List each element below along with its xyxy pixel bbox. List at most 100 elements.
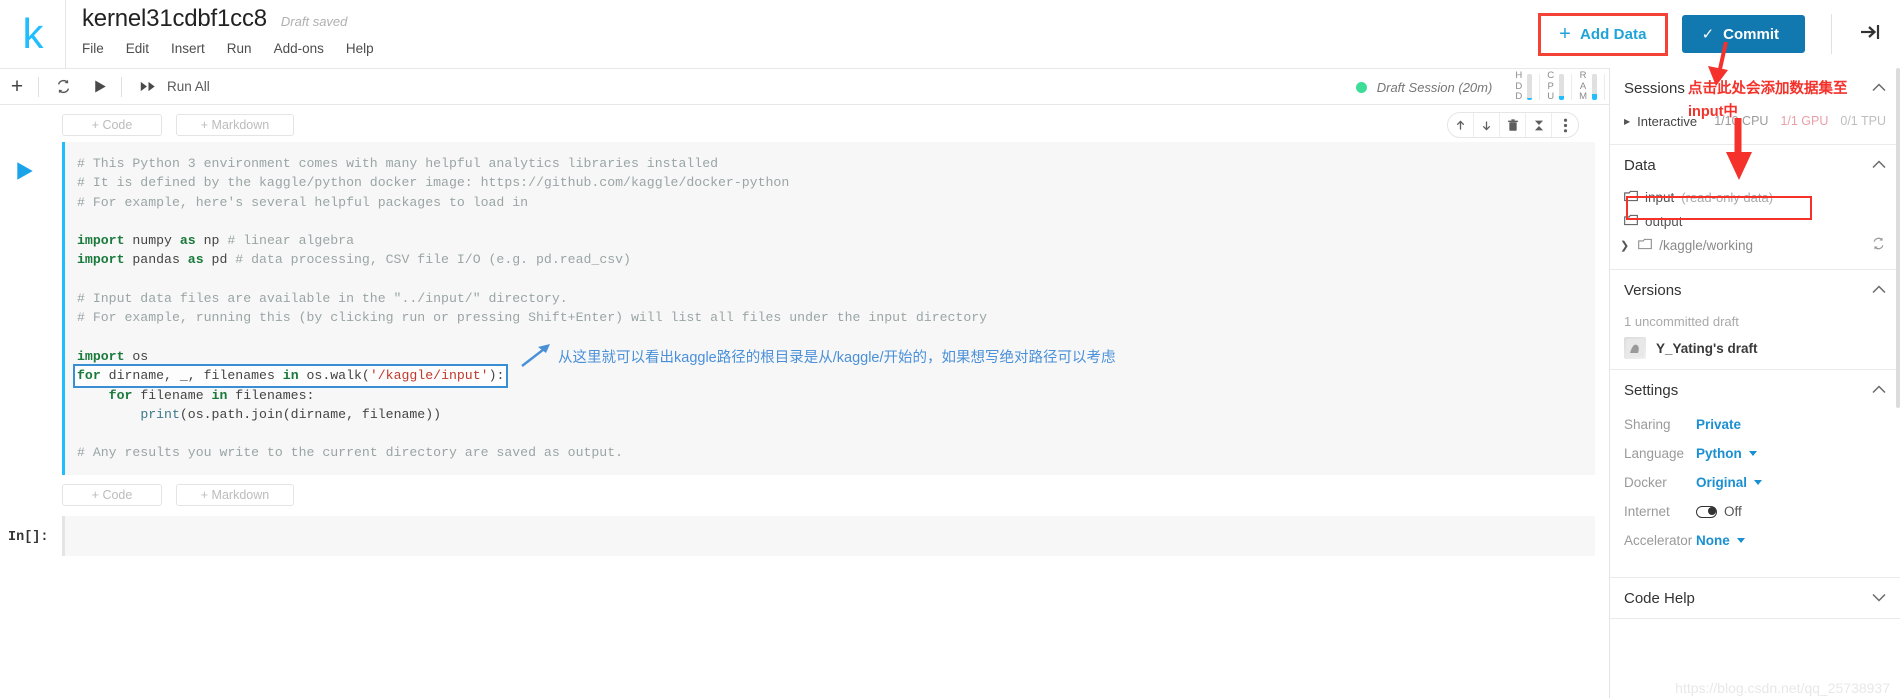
title-block: kernel31cdbf1cc8 Draft saved File Edit I… bbox=[66, 0, 374, 56]
chevron-down-icon bbox=[1748, 451, 1757, 456]
cpu-usage-label: 1/10 CPU bbox=[1714, 114, 1769, 128]
setting-value-docker[interactable]: Original bbox=[1696, 475, 1763, 490]
kaggle-logo-icon: k bbox=[22, 10, 44, 57]
data-item-output[interactable]: output bbox=[1610, 209, 1900, 233]
gpu-usage-label: 1/1 GPU bbox=[1780, 114, 1829, 128]
chevron-up-icon[interactable] bbox=[1872, 383, 1886, 397]
data-section-header[interactable]: Data bbox=[1610, 145, 1900, 185]
setting-value-accelerator[interactable]: None bbox=[1696, 533, 1745, 548]
add-markdown-cell-button-2[interactable]: + Markdown bbox=[176, 483, 294, 506]
docker-value-label: Original bbox=[1696, 475, 1748, 490]
sharing-value-label: Private bbox=[1696, 417, 1742, 432]
move-cell-up-icon[interactable] bbox=[1448, 113, 1474, 137]
menu-run[interactable]: Run bbox=[227, 41, 252, 56]
version-draft-row[interactable]: Y_Yating's draft bbox=[1610, 335, 1900, 369]
settings-title: Settings bbox=[1624, 381, 1679, 399]
session-name-label: Interactive bbox=[1637, 113, 1698, 129]
toolbar-divider-2 bbox=[121, 76, 122, 97]
notebook-toolbar: + Run All Draft Session (20m) H D D C P … bbox=[0, 68, 1609, 105]
run-all-button[interactable]: Run All bbox=[126, 69, 224, 105]
add-code-cell-button-2[interactable]: + Code bbox=[62, 483, 162, 506]
right-sidebar: Sessions ▶ Interactive 1/10 CPU 1/1 GPU … bbox=[1609, 68, 1900, 698]
menu-file[interactable]: File bbox=[82, 41, 104, 56]
hdd-gauge[interactable]: H D D bbox=[1508, 69, 1539, 106]
code-cell-1[interactable]: # This Python 3 environment comes with m… bbox=[62, 112, 1595, 475]
setting-value-internet[interactable]: Off bbox=[1696, 504, 1742, 519]
cpu-gauge-label: C P U bbox=[1547, 70, 1555, 103]
data-item-working[interactable]: ❯ /kaggle/working bbox=[1610, 233, 1900, 257]
cell-more-options-icon[interactable] bbox=[1552, 113, 1578, 137]
chevron-up-icon[interactable] bbox=[1872, 81, 1886, 95]
collapse-sidebar-icon[interactable] bbox=[1854, 16, 1886, 53]
code-line-8: # Input data files are available in the … bbox=[77, 291, 568, 307]
add-markdown-cell-button[interactable]: + Markdown bbox=[176, 114, 294, 136]
code-help-section-header[interactable]: Code Help bbox=[1610, 578, 1900, 618]
code-line-5: import numpy as np # linear algebra bbox=[77, 233, 354, 249]
run-cell-1-button[interactable] bbox=[14, 160, 40, 186]
restart-session-button[interactable] bbox=[43, 69, 83, 105]
chevron-up-icon[interactable] bbox=[1872, 158, 1886, 172]
code-editor-content[interactable]: # This Python 3 environment comes with m… bbox=[65, 142, 1595, 475]
setting-row-accelerator: Accelerator None bbox=[1610, 526, 1900, 555]
resource-gauges: H D D C P U R A M bbox=[1508, 69, 1605, 106]
data-item-working-label: /kaggle/working bbox=[1659, 237, 1754, 253]
add-code-cell-button[interactable]: + Code bbox=[62, 114, 162, 136]
menu-edit[interactable]: Edit bbox=[126, 41, 149, 56]
data-title: Data bbox=[1624, 156, 1656, 174]
cpu-gauge-bar bbox=[1559, 74, 1565, 100]
code-line-16: # Any results you write to the current d… bbox=[77, 445, 624, 461]
setting-value-sharing[interactable]: Private bbox=[1696, 417, 1741, 432]
folder-icon bbox=[1624, 190, 1638, 205]
code-line-9: # For example, running this (by clicking… bbox=[77, 310, 988, 326]
code-cell-2-wrapper: In[]: bbox=[0, 515, 1609, 556]
version-draft-label: Y_Yating's draft bbox=[1656, 340, 1758, 356]
setting-label-internet: Internet bbox=[1624, 504, 1670, 519]
chevron-down-icon bbox=[1736, 538, 1745, 543]
session-interactive-row[interactable]: ▶ Interactive 1/10 CPU 1/1 GPU 0/1 TPU bbox=[1610, 108, 1900, 134]
add-data-button[interactable]: + Add Data bbox=[1547, 20, 1658, 49]
menu-addons[interactable]: Add-ons bbox=[274, 41, 324, 56]
setting-row-internet: Internet Off bbox=[1610, 497, 1900, 526]
code-cell-2[interactable] bbox=[62, 515, 1595, 556]
commit-button[interactable]: ✓ Commit bbox=[1681, 15, 1805, 53]
hdd-gauge-label: H D D bbox=[1515, 70, 1523, 103]
code-line-1: # This Python 3 environment comes with m… bbox=[77, 156, 719, 171]
data-item-input-sublabel: (read-only data) bbox=[1681, 189, 1774, 205]
run-cell-button[interactable] bbox=[83, 69, 117, 105]
code-line-11: import os bbox=[77, 348, 149, 364]
language-value-label: Python bbox=[1696, 446, 1742, 461]
setting-label-docker: Docker bbox=[1624, 475, 1667, 490]
expand-triangle-icon[interactable]: ▶ bbox=[1624, 117, 1630, 126]
menu-insert[interactable]: Insert bbox=[171, 41, 205, 56]
cell-2-prompt-label: In[]: bbox=[8, 529, 49, 545]
run-all-label: Run All bbox=[167, 79, 210, 94]
add-cell-button[interactable]: + bbox=[0, 69, 34, 105]
data-item-input[interactable]: input (read-only data) bbox=[1610, 185, 1900, 209]
session-status-area: Draft Session (20m) H D D C P U R A M bbox=[1355, 69, 1609, 106]
delete-cell-icon[interactable] bbox=[1500, 113, 1526, 137]
settings-section-header[interactable]: Settings bbox=[1610, 370, 1900, 410]
gauge-divider-3 bbox=[1604, 74, 1605, 100]
internet-toggle[interactable] bbox=[1696, 505, 1717, 518]
ram-gauge[interactable]: R A M bbox=[1572, 69, 1604, 106]
collapse-cell-icon[interactable] bbox=[1526, 113, 1552, 137]
expand-chevron-icon[interactable]: ❯ bbox=[1620, 239, 1629, 252]
save-status-label: Draft saved bbox=[280, 14, 348, 29]
kaggle-logo[interactable]: k bbox=[0, 0, 66, 68]
cpu-gauge[interactable]: C P U bbox=[1540, 69, 1571, 106]
uncommitted-draft-count: 1 uncommitted draft bbox=[1624, 314, 1739, 329]
menu-help[interactable]: Help bbox=[346, 41, 374, 56]
add-cell-row-bottom: + Code + Markdown bbox=[0, 475, 1609, 512]
toggle-knob bbox=[1707, 506, 1716, 515]
setting-value-language[interactable]: Python bbox=[1696, 446, 1757, 461]
avatar bbox=[1624, 337, 1646, 359]
refresh-icon[interactable] bbox=[1871, 236, 1886, 254]
chevron-down-icon[interactable] bbox=[1872, 591, 1886, 605]
sessions-section-header[interactable]: Sessions bbox=[1610, 68, 1900, 108]
setting-row-language: Language Python bbox=[1610, 439, 1900, 468]
sidebar-scrollbar[interactable] bbox=[1896, 68, 1900, 408]
chevron-up-icon[interactable] bbox=[1872, 283, 1886, 297]
versions-section-header[interactable]: Versions bbox=[1610, 270, 1900, 310]
versions-title: Versions bbox=[1624, 281, 1682, 299]
move-cell-down-icon[interactable] bbox=[1474, 113, 1500, 137]
